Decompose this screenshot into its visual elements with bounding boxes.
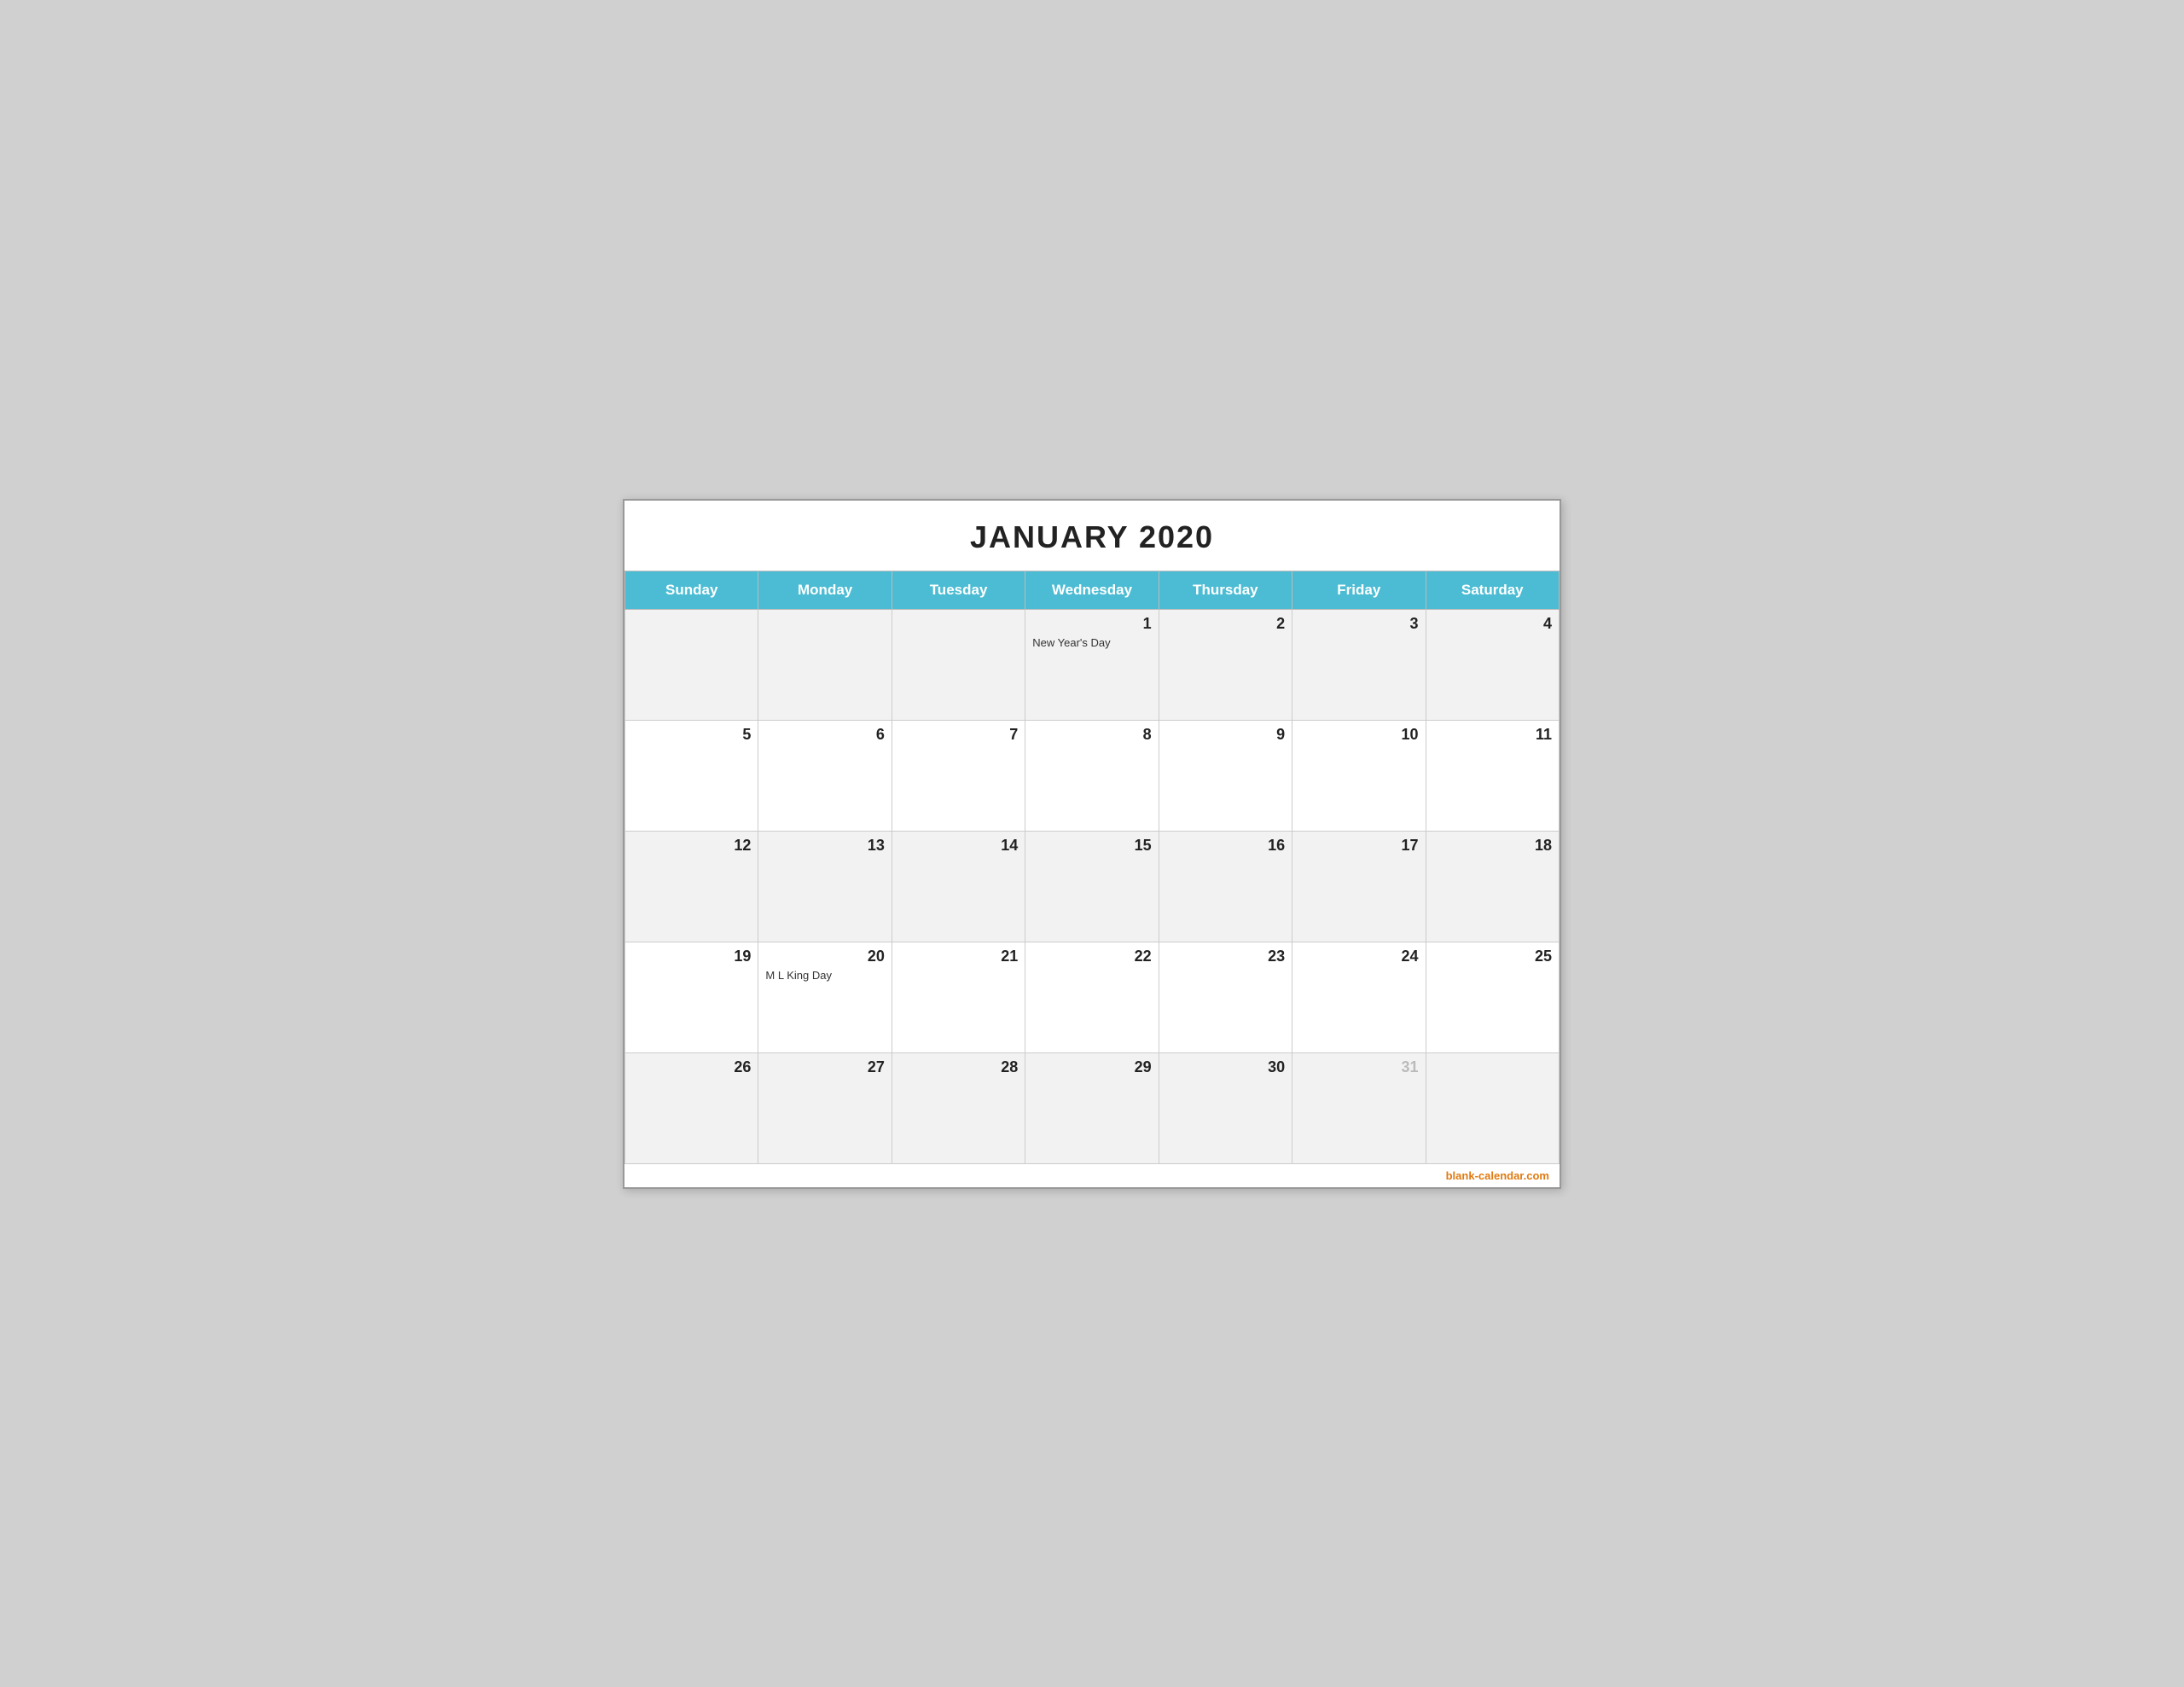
header-day-sunday: Sunday bbox=[625, 571, 758, 609]
table-row: 1 New Year's Day bbox=[1025, 609, 1159, 720]
table-row: 14 bbox=[892, 831, 1025, 942]
table-row bbox=[758, 609, 892, 720]
day-number: 2 bbox=[1166, 615, 1285, 633]
table-row: 15 bbox=[1025, 831, 1159, 942]
table-row bbox=[625, 609, 758, 720]
table-row: 5 bbox=[625, 720, 758, 831]
table-row: 28 bbox=[892, 1052, 1025, 1163]
day-number: 25 bbox=[1433, 948, 1552, 965]
event-text: New Year's Day bbox=[1032, 636, 1151, 649]
table-row: 27 bbox=[758, 1052, 892, 1163]
calendar-container: JANUARY 2020 SundayMondayTuesdayWednesda… bbox=[623, 499, 1561, 1189]
calendar-title: JANUARY 2020 bbox=[624, 501, 1560, 571]
day-number: 28 bbox=[899, 1058, 1018, 1076]
day-number: 23 bbox=[1166, 948, 1285, 965]
day-number: 29 bbox=[1032, 1058, 1151, 1076]
table-row: 18 bbox=[1426, 831, 1559, 942]
table-row: 29 bbox=[1025, 1052, 1159, 1163]
table-row: 6 bbox=[758, 720, 892, 831]
day-number: 4 bbox=[1433, 615, 1552, 633]
table-row: 19 bbox=[625, 942, 758, 1052]
table-row: 30 bbox=[1159, 1052, 1292, 1163]
table-row: 24 bbox=[1292, 942, 1426, 1052]
day-number: 15 bbox=[1032, 837, 1151, 855]
day-number: 9 bbox=[1166, 726, 1285, 744]
calendar-week-5: 26 27 28 29 30 31 bbox=[625, 1052, 1560, 1163]
calendar-week-3: 12 13 14 15 16 17 18 bbox=[625, 831, 1560, 942]
day-number: 19 bbox=[632, 948, 751, 965]
day-number: 20 bbox=[765, 948, 884, 965]
table-row: 26 bbox=[625, 1052, 758, 1163]
day-number: 22 bbox=[1032, 948, 1151, 965]
table-row bbox=[892, 609, 1025, 720]
calendar-footer: blank-calendar.com bbox=[624, 1164, 1560, 1187]
day-number: 18 bbox=[1433, 837, 1552, 855]
day-number: 10 bbox=[1299, 726, 1418, 744]
day-number: 31 bbox=[1299, 1058, 1418, 1076]
table-row: 17 bbox=[1292, 831, 1426, 942]
day-number: 17 bbox=[1299, 837, 1418, 855]
day-number: 11 bbox=[1433, 726, 1552, 744]
table-row: 23 bbox=[1159, 942, 1292, 1052]
day-number: 1 bbox=[1032, 615, 1151, 633]
table-row: 9 bbox=[1159, 720, 1292, 831]
header-day-wednesday: Wednesday bbox=[1025, 571, 1159, 609]
header-day-tuesday: Tuesday bbox=[892, 571, 1025, 609]
day-number: 13 bbox=[765, 837, 884, 855]
day-number: 27 bbox=[765, 1058, 884, 1076]
table-row: 13 bbox=[758, 831, 892, 942]
table-row: 31 bbox=[1292, 1052, 1426, 1163]
calendar-table: SundayMondayTuesdayWednesdayThursdayFrid… bbox=[624, 571, 1560, 1164]
day-number: 6 bbox=[765, 726, 884, 744]
table-row: 20 M L King Day bbox=[758, 942, 892, 1052]
table-row: 12 bbox=[625, 831, 758, 942]
calendar-week-2: 56789 10 11 bbox=[625, 720, 1560, 831]
table-row: 2 bbox=[1159, 609, 1292, 720]
day-number: 16 bbox=[1166, 837, 1285, 855]
day-number: 8 bbox=[1032, 726, 1151, 744]
day-number: 24 bbox=[1299, 948, 1418, 965]
day-number: 14 bbox=[899, 837, 1018, 855]
table-row: 25 bbox=[1426, 942, 1559, 1052]
day-number: 30 bbox=[1166, 1058, 1285, 1076]
calendar-week-1: 1 New Year's Day 234 bbox=[625, 609, 1560, 720]
day-number: 3 bbox=[1299, 615, 1418, 633]
table-row: 22 bbox=[1025, 942, 1159, 1052]
table-row: 8 bbox=[1025, 720, 1159, 831]
table-row: 10 bbox=[1292, 720, 1426, 831]
table-row: 4 bbox=[1426, 609, 1559, 720]
day-number: 12 bbox=[632, 837, 751, 855]
event-text: M L King Day bbox=[765, 969, 884, 982]
header-day-monday: Monday bbox=[758, 571, 892, 609]
table-row: 11 bbox=[1426, 720, 1559, 831]
day-number: 26 bbox=[632, 1058, 751, 1076]
calendar-body: 1New Year's Day2345678910111213141516171… bbox=[625, 609, 1560, 1163]
table-row bbox=[1426, 1052, 1559, 1163]
day-number: 21 bbox=[899, 948, 1018, 965]
table-row: 3 bbox=[1292, 609, 1426, 720]
calendar-header-row: SundayMondayTuesdayWednesdayThursdayFrid… bbox=[625, 571, 1560, 609]
day-number: 7 bbox=[899, 726, 1018, 744]
table-row: 16 bbox=[1159, 831, 1292, 942]
header-day-friday: Friday bbox=[1292, 571, 1426, 609]
table-row: 7 bbox=[892, 720, 1025, 831]
day-number: 5 bbox=[632, 726, 751, 744]
header-day-saturday: Saturday bbox=[1426, 571, 1559, 609]
header-day-thursday: Thursday bbox=[1159, 571, 1292, 609]
table-row: 21 bbox=[892, 942, 1025, 1052]
calendar-week-4: 19 20 M L King Day 21 22 23 24 25 bbox=[625, 942, 1560, 1052]
